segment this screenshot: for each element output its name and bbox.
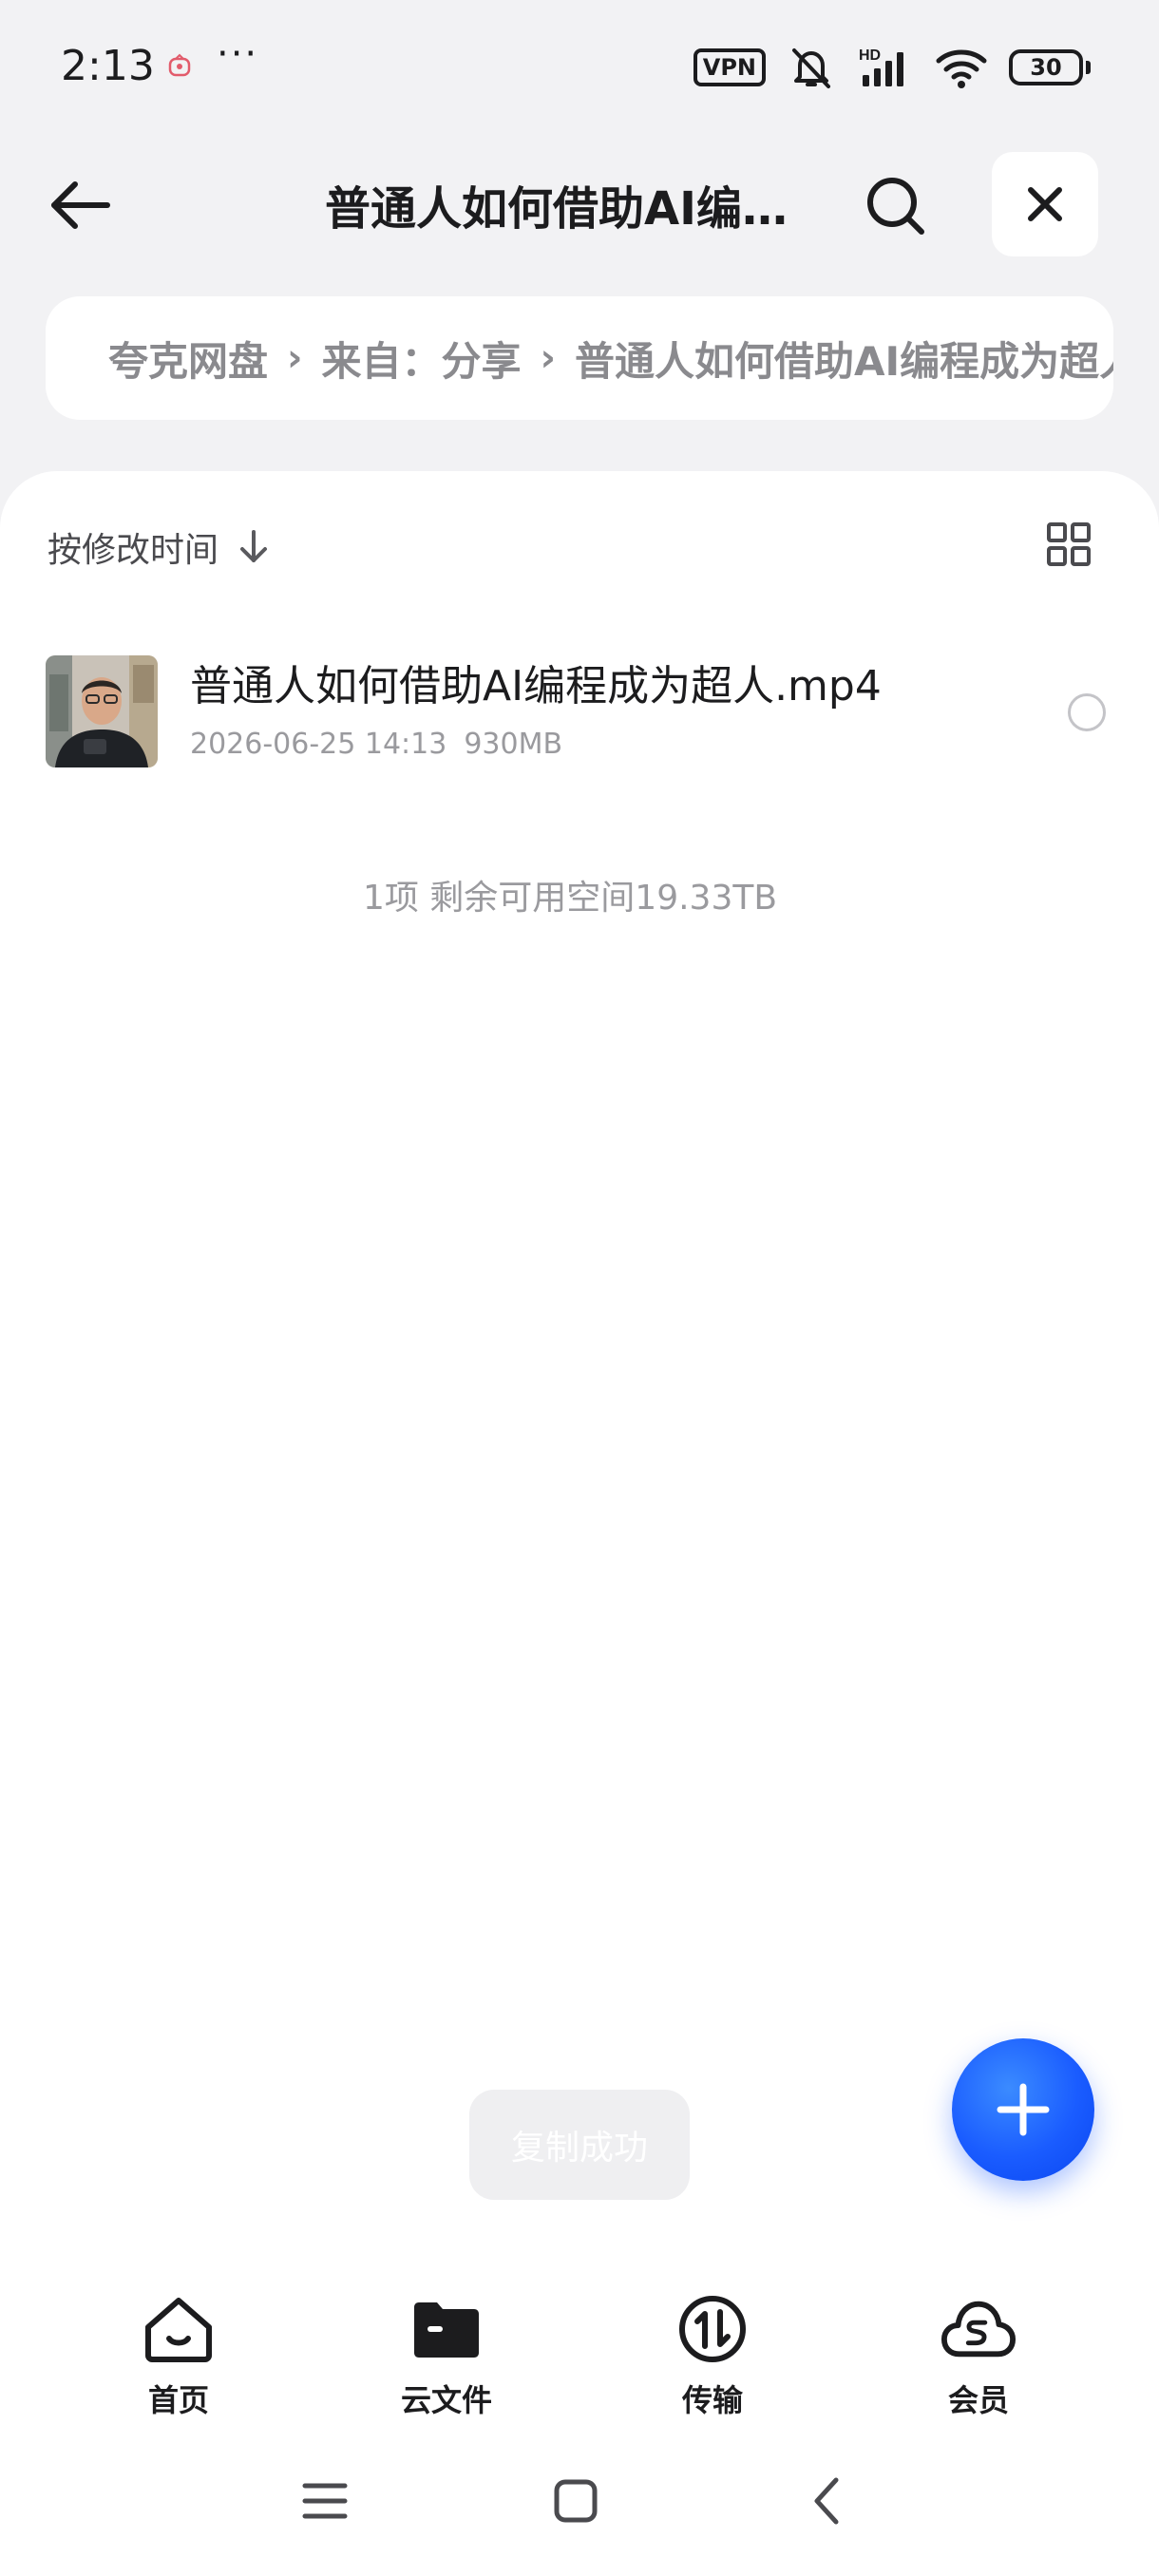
breadcrumb-item-current[interactable]: 普通人如何借助AI编程成为超人 [575, 330, 1113, 388]
wifi-icon [936, 49, 987, 88]
home-system-button[interactable] [538, 2468, 614, 2534]
grid-view-icon [1047, 522, 1091, 566]
breadcrumb-item-share[interactable]: 来自：分享 [322, 330, 522, 388]
arrow-down-icon [240, 530, 268, 562]
search-icon [867, 178, 924, 235]
signal-hd-icon: HD [859, 47, 903, 86]
vpn-icon: VPN [693, 48, 766, 86]
nav-label: 云文件 [400, 2382, 492, 2418]
nav-item-transfer[interactable]: 传输 [627, 2291, 798, 2424]
breadcrumb-item-root[interactable]: 夸克网盘 [108, 330, 268, 388]
system-nav-bar [0, 2426, 1159, 2576]
folder-icon [414, 2302, 479, 2358]
chevron-right-icon: › [540, 336, 556, 380]
select-radio[interactable] [1068, 693, 1106, 731]
recent-apps-button[interactable] [287, 2468, 363, 2534]
page-title: 普通人如何借助AI编… [325, 182, 788, 236]
home-icon [145, 2298, 212, 2362]
mute-bell-icon [792, 48, 830, 88]
storage-summary: 1项 剩余可用空间19.33TB [362, 879, 778, 918]
nav-item-home[interactable]: 首页 [93, 2291, 264, 2424]
back-system-button[interactable] [788, 2468, 864, 2534]
nav-label: 传输 [681, 2382, 743, 2418]
chevron-right-icon: › [287, 336, 303, 380]
battery-level: 30 [1009, 49, 1083, 85]
battery-icon: 30 [1009, 49, 1091, 85]
svg-text:HD: HD [859, 47, 881, 64]
transfer-icon [679, 2296, 746, 2362]
grid-view-button[interactable] [1045, 521, 1092, 568]
member-cloud-icon [940, 2301, 1016, 2358]
status-bar: 2:13 ··· VPN HD 30 [0, 0, 1159, 133]
close-button[interactable] [992, 152, 1098, 256]
nav-label: 会员 [947, 2382, 1009, 2418]
file-list-panel: 按修改时间 普通人如何借助AI编程成为超人.mp4 2026-06-25 14:… [0, 471, 1159, 2576]
video-thumbnail [46, 655, 158, 767]
file-name: 普通人如何借助AI编程成为超人.mp4 [190, 662, 882, 710]
square-icon [554, 2479, 598, 2523]
menu-icon [302, 2483, 348, 2519]
header: 普通人如何借助AI编… [0, 142, 1159, 266]
arrow-left-icon [51, 181, 110, 229]
add-button[interactable] [952, 2038, 1094, 2181]
file-size: 930MB [464, 728, 563, 761]
notification-app-icon [168, 53, 191, 77]
status-time: 2:13 [61, 42, 155, 90]
nav-label: 首页 [147, 2382, 209, 2418]
toast-message: 复制成功 [469, 2090, 690, 2200]
file-date: 2026-06-25 14:13 [190, 728, 447, 761]
nav-item-cloud-files[interactable]: 云文件 [361, 2291, 532, 2424]
sort-label: 按修改时间 [48, 531, 219, 570]
search-button[interactable] [853, 163, 939, 249]
bottom-nav: 首页 云文件 传输 会员 [0, 2274, 1159, 2426]
chevron-left-icon [814, 2477, 839, 2525]
status-icons: VPN HD 30 [693, 42, 1091, 93]
file-list-item[interactable]: 普通人如何借助AI编程成为超人.mp4 2026-06-25 14:13 930M… [46, 655, 1113, 769]
plus-icon [997, 2083, 1050, 2136]
breadcrumb: 夸克网盘 › 来自：分享 › 普通人如何借助AI编程成为超人 [46, 296, 1113, 420]
back-button[interactable] [42, 165, 122, 245]
file-meta: 2026-06-25 14:13 930MB [190, 726, 562, 764]
close-icon [1028, 187, 1062, 221]
sort-button[interactable]: 按修改时间 [48, 519, 270, 576]
status-more-icon: ··· [217, 32, 259, 76]
nav-item-member[interactable]: 会员 [893, 2291, 1064, 2424]
screen: 2:13 ··· VPN HD 30 普通人如何借助AI编… 夸克网盘 › 来自… [0, 0, 1159, 2576]
